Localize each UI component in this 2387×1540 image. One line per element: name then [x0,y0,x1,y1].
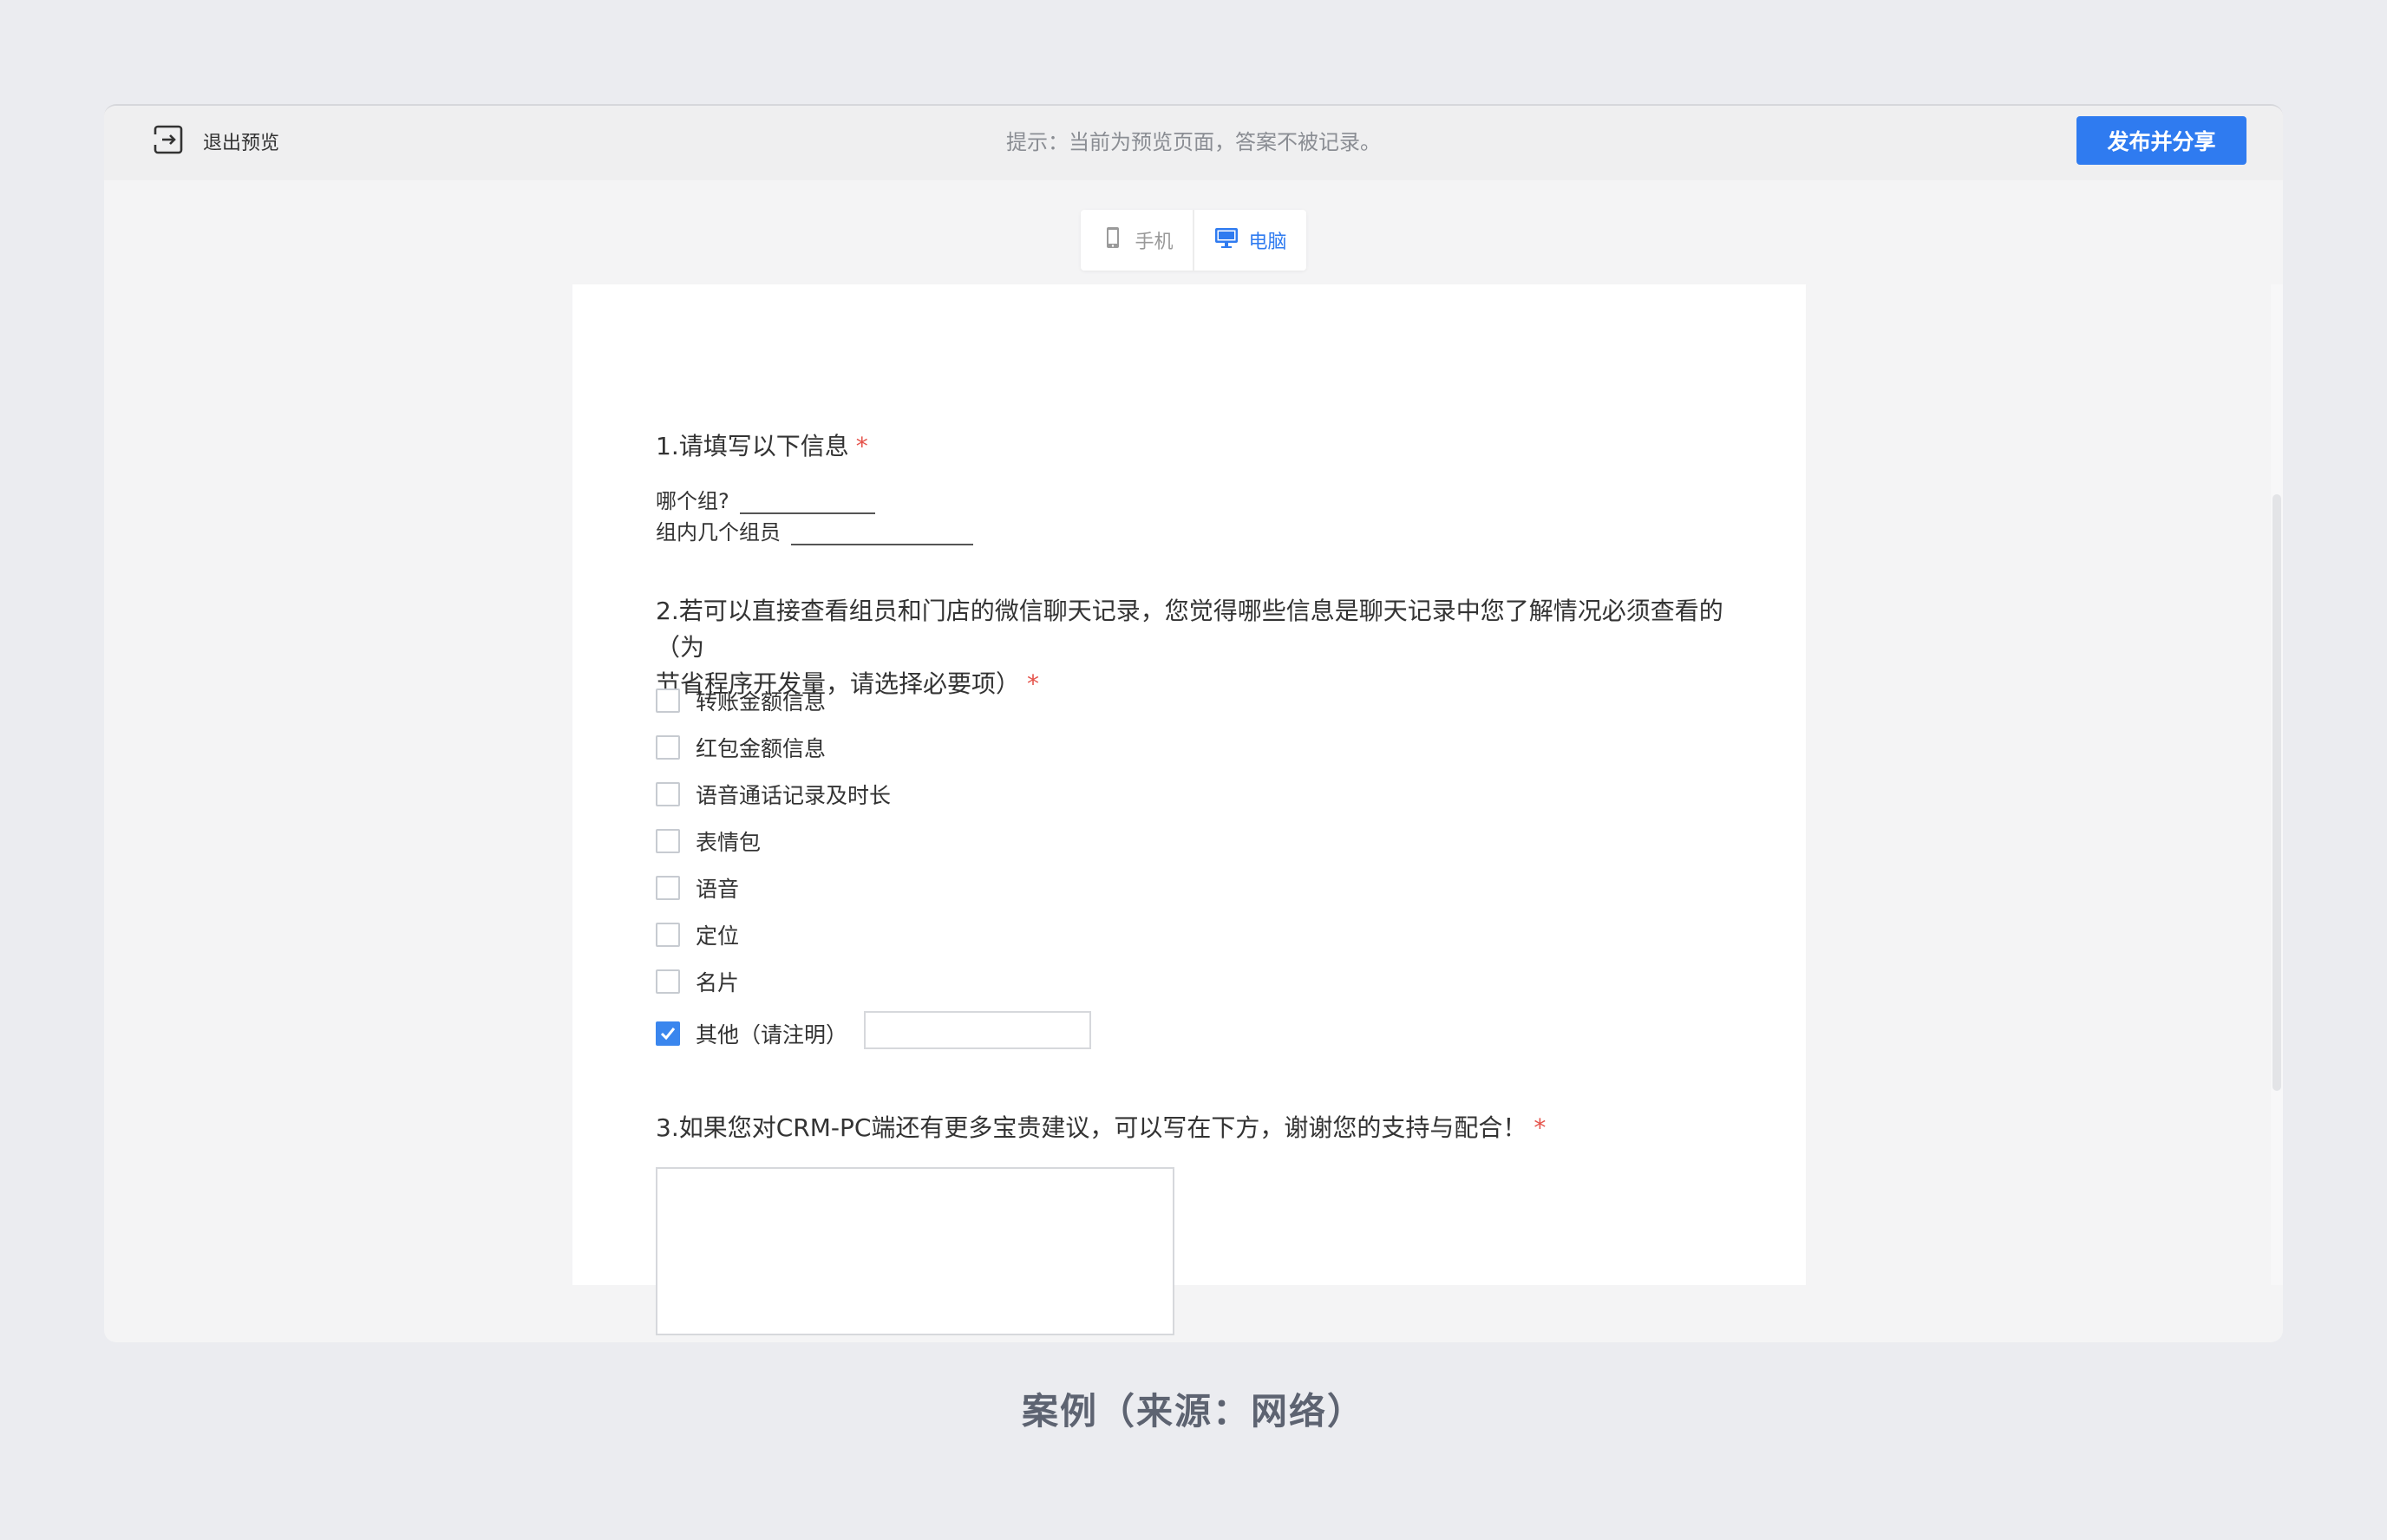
fill-in-members: 组内几个组员 [656,515,973,545]
option-label: 转账金额信息 [696,689,827,715]
option-transfer-amount[interactable]: 转账金额信息 [656,685,826,716]
option-other[interactable]: 其他（请注明） [656,1018,847,1049]
question-1-title: 1.请填写以下信息 * [656,428,868,465]
preview-toolbar: 退出预览 提示：当前为预览页面，答案不被记录。 发布并分享 [104,106,2283,180]
pc-view-button[interactable]: 电脑 [1193,210,1306,271]
preview-hint: 提示：当前为预览页面，答案不被记录。 [1006,130,1381,154]
fill-in-group-blank[interactable] [739,495,875,514]
publish-share-button[interactable]: 发布并分享 [2076,116,2246,165]
image-caption: 案例（来源：网络） [1021,1390,1365,1432]
required-mark: * [1534,1113,1547,1142]
option-label: 红包金额信息 [696,736,827,761]
checkbox[interactable] [656,829,680,853]
checkbox[interactable] [656,735,680,760]
option-red-packet-amount[interactable]: 红包金额信息 [656,732,826,763]
scrollbar-thumb[interactable] [2273,494,2281,1091]
survey-form: 1.请填写以下信息 * 哪个组? 组内几个组员 2.若可以直接查看组员和门店的微信… [572,284,1806,1335]
question-2-text-line1: 2.若可以直接查看组员和门店的微信聊天记录，您觉得哪些信息是聊天记录中您了解情况… [656,597,1723,662]
checkbox[interactable] [656,923,680,947]
preview-window: 退出预览 提示：当前为预览页面，答案不被记录。 发布并分享 手机 电脑 1.请填… [104,104,2283,1342]
option-label: 语音通话记录及时长 [696,783,892,808]
option-label: 定位 [696,923,740,949]
checkbox[interactable] [656,782,680,806]
option-label: 语音 [696,877,740,902]
question-1-text: 1.请填写以下信息 [656,432,849,460]
option-label: 名片 [696,970,740,995]
other-specify-input[interactable] [864,1011,1091,1049]
option-label: 其他（请注明） [696,1022,848,1047]
option-voice[interactable]: 语音 [656,872,739,904]
device-toggle: 手机 电脑 [1081,210,1306,271]
mobile-icon [1100,225,1126,256]
checkmark-icon [660,1028,676,1041]
option-voice-call-record[interactable]: 语音通话记录及时长 [656,779,891,810]
fill-in-group-label: 哪个组? [656,489,729,513]
monitor-icon [1213,225,1239,256]
pc-view-label: 电脑 [1248,232,1287,253]
checkbox-checked[interactable] [656,1021,680,1046]
option-label: 表情包 [696,830,762,855]
fill-in-members-label: 组内几个组员 [656,520,781,545]
suggestion-textarea[interactable] [656,1167,1174,1335]
required-mark: * [1027,669,1040,698]
fill-in-members-blank[interactable] [791,526,973,545]
required-mark: * [855,432,868,460]
checkbox[interactable] [656,876,680,900]
question-3-title: 3.如果您对CRM-PC端还有更多宝贵建议，可以写在下方，谢谢您的支持与配合！ * [656,1110,1546,1146]
question-3-text: 3.如果您对CRM-PC端还有更多宝贵建议，可以写在下方，谢谢您的支持与配合！ [656,1113,1527,1142]
option-location[interactable]: 定位 [656,919,739,950]
checkbox[interactable] [656,969,680,994]
mobile-view-button[interactable]: 手机 [1081,210,1193,271]
mobile-view-label: 手机 [1135,232,1174,253]
fill-in-group: 哪个组? [656,484,875,514]
checkbox[interactable] [656,688,680,713]
option-business-card[interactable]: 名片 [656,966,739,997]
option-stickers[interactable]: 表情包 [656,825,761,857]
